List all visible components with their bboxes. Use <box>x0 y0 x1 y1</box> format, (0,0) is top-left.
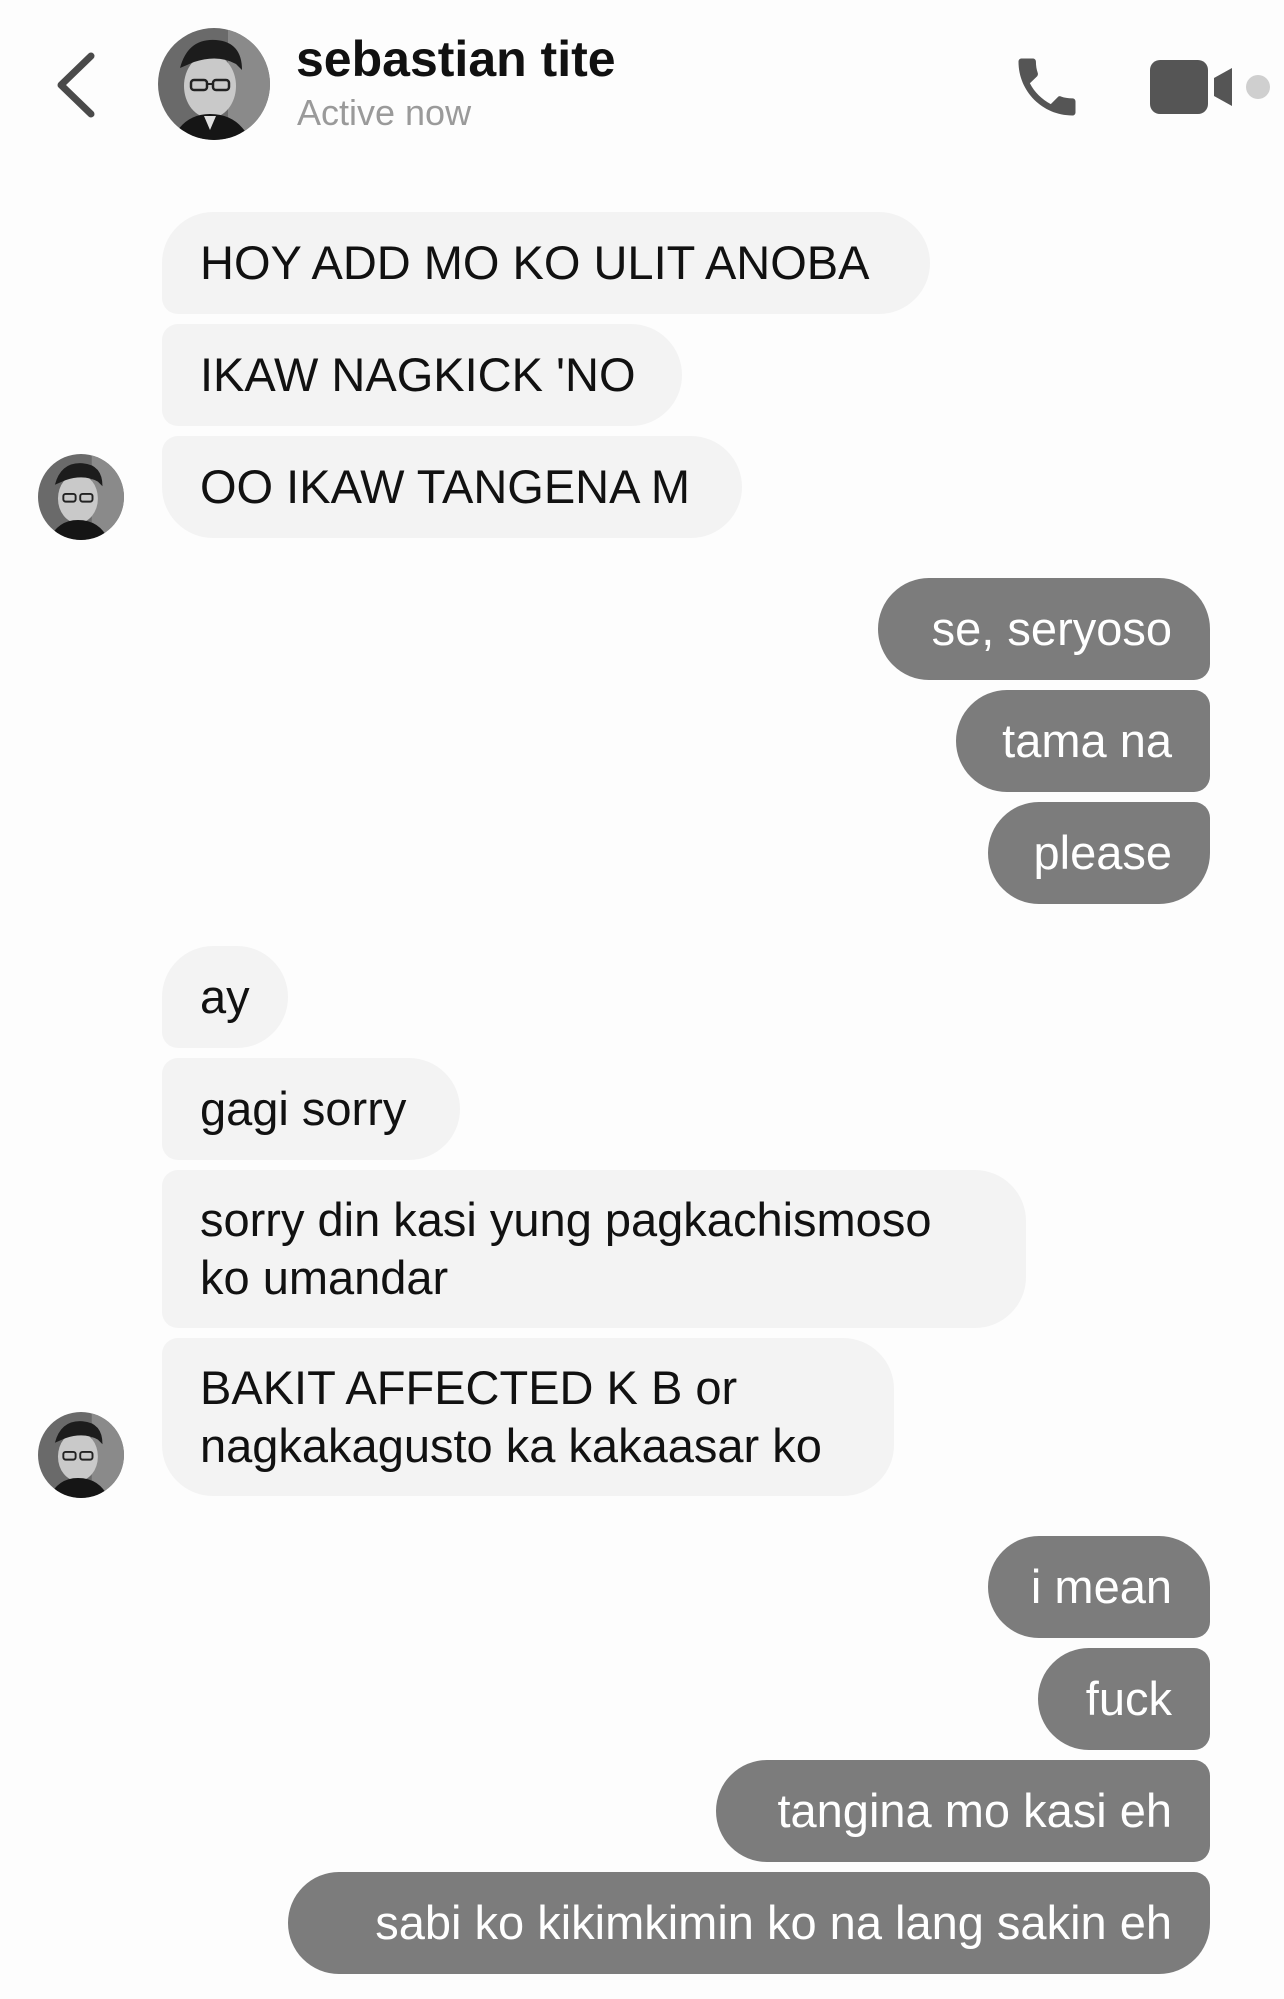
message-text: se, seryoso <box>931 602 1172 655</box>
chevron-left-icon <box>57 52 95 118</box>
message-text: i mean <box>1030 1560 1172 1613</box>
sender-avatar[interactable] <box>38 454 124 540</box>
message-text-line: nagkakagusto ka kakaasar ko <box>200 1419 822 1472</box>
outgoing-message[interactable]: tama na <box>956 690 1210 792</box>
call-button[interactable] <box>1004 44 1090 130</box>
incoming-message[interactable]: ay <box>162 946 288 1048</box>
outgoing-message[interactable]: please <box>988 802 1210 904</box>
incoming-message[interactable]: gagi sorry <box>162 1058 460 1160</box>
message-text: HOY ADD MO KO ULIT ANOBA <box>200 236 870 289</box>
avatar-photo <box>38 1412 124 1498</box>
sender-avatar[interactable] <box>38 1412 124 1498</box>
active-status: Active now <box>297 92 472 133</box>
message-text: fuck <box>1085 1672 1172 1725</box>
message-text: sabi ko kikimkimin ko na lang sakin eh <box>375 1896 1172 1949</box>
message-text: tangina mo kasi eh <box>777 1784 1172 1837</box>
incoming-message[interactable]: OO IKAW TANGENA M <box>162 436 742 538</box>
incoming-message[interactable]: HOY ADD MO KO ULIT ANOBA <box>162 212 930 314</box>
contact-avatar[interactable] <box>158 28 270 140</box>
avatar-photo <box>158 28 270 140</box>
outgoing-message[interactable]: fuck <box>1038 1648 1210 1750</box>
message-text: IKAW NAGKICK 'NO <box>200 348 636 401</box>
outgoing-message[interactable]: i mean <box>988 1536 1210 1638</box>
message-text-line: ko umandar <box>200 1251 449 1304</box>
message-text: tama na <box>1002 714 1172 767</box>
outgoing-message[interactable]: tangina mo kasi eh <box>716 1760 1210 1862</box>
incoming-message[interactable]: IKAW NAGKICK 'NO <box>162 324 682 426</box>
message-text: gagi sorry <box>200 1082 407 1135</box>
video-camera-icon <box>1150 60 1270 114</box>
message-text: please <box>1033 826 1173 879</box>
contact-name[interactable]: sebastian tite <box>296 30 616 88</box>
chat-screen: sebastian tite Active now HOY ADD MO KO … <box>0 0 1284 1999</box>
message-text: OO IKAW TANGENA M <box>200 460 691 513</box>
message-text-line: sorry din kasi yung pagkachismoso <box>200 1193 932 1246</box>
avatar-photo <box>38 454 124 540</box>
outgoing-message[interactable]: se, seryoso <box>878 578 1210 680</box>
chat-header: sebastian tite Active now <box>0 0 1284 160</box>
incoming-message[interactable]: BAKIT AFFECTED K B or nagkakagusto ka ka… <box>162 1338 894 1496</box>
message-text-line: BAKIT AFFECTED K B or <box>200 1361 738 1414</box>
outgoing-message[interactable]: sabi ko kikimkimin ko na lang sakin eh <box>288 1872 1210 1974</box>
message-text: ay <box>200 970 250 1023</box>
incoming-message[interactable]: sorry din kasi yung pagkachismoso ko uma… <box>162 1170 1026 1328</box>
back-button[interactable] <box>40 40 110 130</box>
video-call-button[interactable] <box>1146 54 1284 120</box>
phone-icon <box>1018 58 1076 116</box>
